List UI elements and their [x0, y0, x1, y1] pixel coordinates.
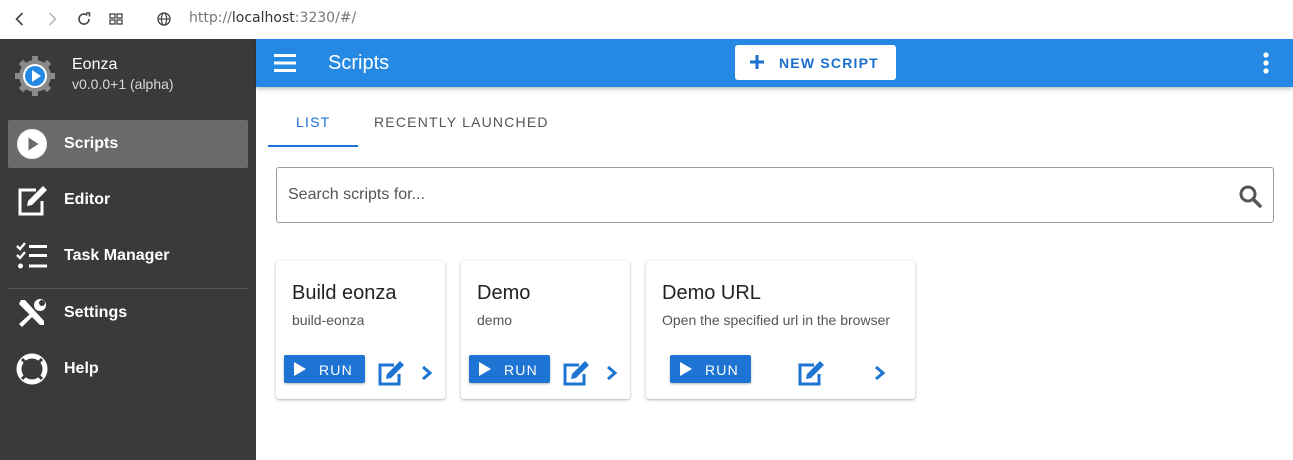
sidebar-item-label: Scripts	[64, 135, 119, 152]
sidebar-item-editor[interactable]: Editor	[8, 176, 248, 224]
tab-list[interactable]: LIST	[296, 114, 330, 130]
app-name: Eonza	[72, 56, 118, 73]
brand: Eonza v0.0.0+1 (alpha)	[14, 55, 254, 99]
play-icon	[294, 362, 306, 376]
chevron-right-icon[interactable]	[605, 364, 619, 382]
reload-icon[interactable]	[74, 9, 94, 29]
chevron-right-icon[interactable]	[420, 364, 434, 382]
sidebar-item-label: Task Manager	[64, 247, 170, 264]
more-vert-icon[interactable]	[1258, 51, 1274, 75]
run-label: RUN	[504, 362, 538, 378]
run-button[interactable]: RUN	[670, 355, 751, 383]
page-title: Scripts	[328, 52, 390, 74]
url-host: localhost	[231, 10, 295, 26]
script-subtitle: Open the specified url in the browser	[662, 312, 891, 328]
tasks-icon	[16, 242, 47, 269]
app-bar: Scripts NEW SCRIPT	[256, 39, 1293, 87]
edit-script-icon[interactable]	[797, 360, 825, 386]
script-card: Build eonza build-eonza RUN	[276, 261, 445, 399]
run-button[interactable]: RUN	[284, 355, 365, 383]
run-label: RUN	[319, 362, 353, 378]
script-subtitle: build-eonza	[292, 312, 365, 328]
search-input[interactable]	[288, 183, 1218, 207]
lifebuoy-icon	[16, 353, 48, 385]
hamburger-menu-icon[interactable]	[274, 52, 296, 74]
play-icon	[479, 362, 491, 376]
new-script-button[interactable]: NEW SCRIPT	[735, 45, 896, 80]
address-bar[interactable]: http://localhost:3230/#/	[189, 10, 356, 26]
script-title: Build eonza	[292, 282, 397, 304]
edit-script-icon[interactable]	[562, 360, 590, 386]
sidebar-item-label: Help	[64, 360, 99, 377]
sidebar-item-scripts[interactable]: Scripts	[8, 120, 248, 168]
run-label: RUN	[705, 362, 739, 378]
chevron-right-icon[interactable]	[873, 364, 887, 382]
script-subtitle: demo	[477, 312, 513, 328]
sidebar-item-help[interactable]: Help	[8, 345, 248, 393]
search-box	[276, 167, 1274, 223]
sidebar-item-label: Settings	[64, 304, 128, 321]
sidebar-item-label: Editor	[64, 191, 111, 208]
tab-recently-launched[interactable]: RECENTLY LAUNCHED	[374, 114, 549, 130]
play-circle-icon	[17, 129, 47, 159]
play-icon	[680, 362, 692, 376]
sidebar: Eonza v0.0.0+1 (alpha) Scripts Editor Ta…	[0, 39, 256, 460]
script-card: Demo demo RUN	[461, 261, 630, 399]
new-script-label: NEW SCRIPT	[779, 55, 879, 71]
edit-icon	[18, 186, 47, 216]
plus-icon	[750, 55, 764, 69]
back-icon[interactable]	[10, 9, 30, 29]
script-title: Demo URL	[662, 282, 761, 304]
sidebar-item-task-manager[interactable]: Task Manager	[8, 232, 248, 280]
script-title: Demo	[477, 282, 531, 304]
sidebar-item-settings[interactable]: Settings	[8, 289, 248, 337]
script-card: Demo URL Open the specified url in the b…	[646, 261, 915, 399]
active-tab-indicator	[268, 145, 358, 147]
browser-toolbar: http://localhost:3230/#/	[0, 0, 1293, 39]
search-icon[interactable]	[1238, 184, 1262, 208]
app-version: v0.0.0+1 (alpha)	[72, 76, 174, 92]
apps-grid-icon[interactable]	[106, 9, 126, 29]
url-rest: :3230/#/	[294, 10, 357, 26]
url-prefix: http://	[189, 10, 232, 26]
forward-icon[interactable]	[42, 9, 62, 29]
eonza-logo-icon	[15, 56, 55, 96]
globe-icon	[154, 9, 174, 29]
run-button[interactable]: RUN	[469, 355, 550, 383]
edit-script-icon[interactable]	[377, 360, 405, 386]
tools-icon	[19, 299, 46, 327]
